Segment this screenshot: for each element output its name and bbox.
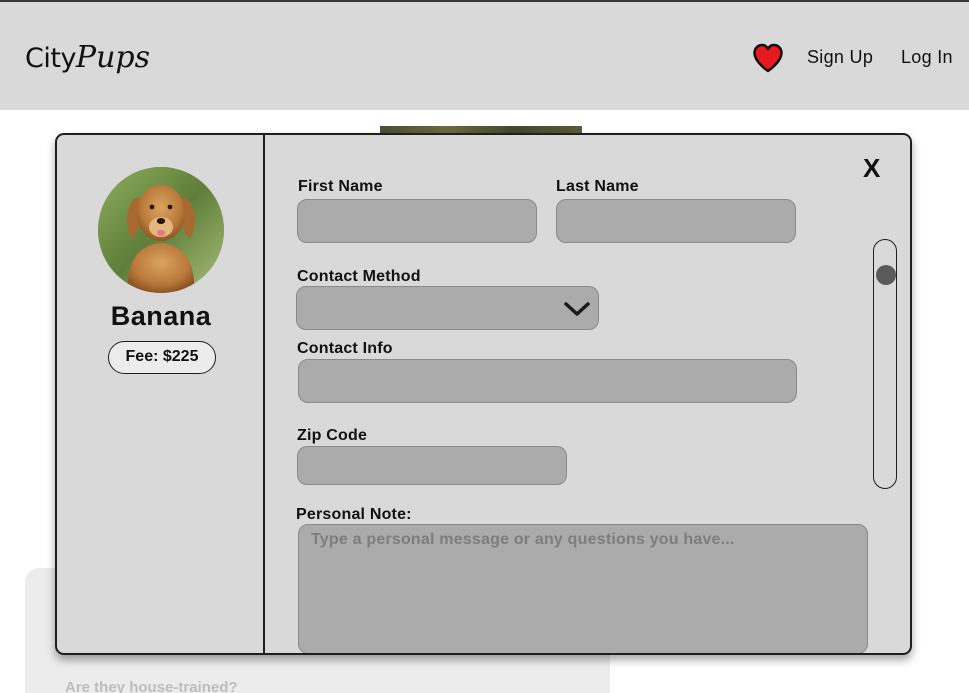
scrollbar-thumb[interactable] <box>876 265 896 285</box>
zip-code-input[interactable] <box>297 446 567 485</box>
personal-note-placeholder: Type a personal message or any questions… <box>311 531 735 548</box>
logo-text-pups: Pups <box>75 40 151 75</box>
citypups-logo[interactable]: CityPups <box>25 38 150 79</box>
close-button[interactable]: X <box>863 153 880 183</box>
dog-photo <box>98 167 224 293</box>
logo-text-city: City <box>25 43 76 74</box>
site-header: CityPups Sign Up Log In <box>0 0 969 110</box>
first-name-label: First Name <box>298 178 383 195</box>
zip-code-label: Zip Code <box>297 427 368 444</box>
last-name-label: Last Name <box>556 178 639 195</box>
page: CityPups Sign Up Log In Are they house-t… <box>0 0 969 693</box>
personal-note-textarea[interactable]: Type a personal message or any questions… <box>298 524 868 653</box>
contact-info-label: Contact Info <box>297 340 393 357</box>
dog-name: Banana <box>110 301 212 331</box>
first-name-input[interactable] <box>297 199 537 243</box>
personal-note-label: Personal Note: <box>296 506 412 523</box>
contact-method-label: Contact Method <box>297 268 421 285</box>
contact-method-select[interactable] <box>296 286 599 330</box>
contact-info-input[interactable] <box>298 359 797 403</box>
dog-profile-panel: Banana Fee: $225 <box>57 135 265 653</box>
adoption-inquiry-modal: Banana Fee: $225 X First Name Last Name … <box>55 133 912 655</box>
sign-up-link[interactable]: Sign Up <box>807 47 873 68</box>
heart-icon[interactable] <box>752 42 784 74</box>
faq-question: Are they house-trained? <box>65 679 238 693</box>
last-name-input[interactable] <box>556 199 796 243</box>
form-scrollbar[interactable] <box>873 239 897 489</box>
chevron-down-icon <box>564 302 590 316</box>
dog-avatar <box>98 167 224 293</box>
fee-badge: Fee: $225 <box>108 341 216 374</box>
log-in-link[interactable]: Log In <box>901 47 953 68</box>
